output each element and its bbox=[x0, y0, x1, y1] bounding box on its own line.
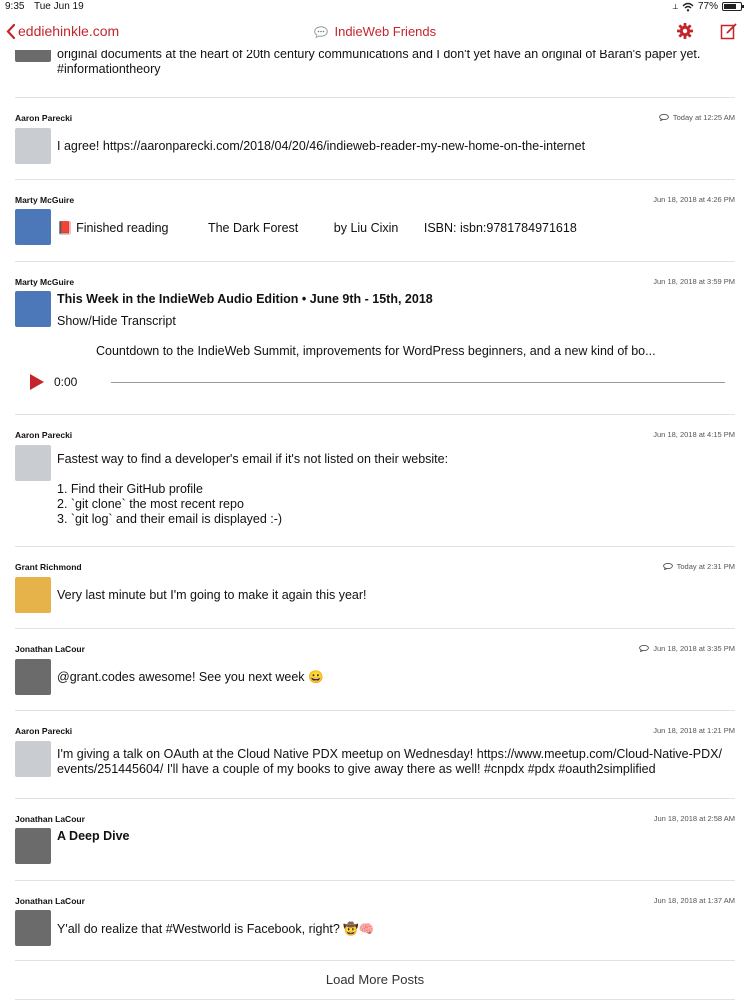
load-more-button[interactable]: Load More Posts bbox=[15, 960, 735, 1000]
post-content: @grant.codes awesome! See you next week … bbox=[57, 670, 731, 685]
post-time: Jun 18, 2018 at 3:35 PM bbox=[653, 644, 735, 653]
nav-actions bbox=[676, 22, 738, 40]
post-text-line: 3. `git log` and their email is displaye… bbox=[57, 512, 283, 526]
post-timestamp[interactable]: Today at 2:31 PM bbox=[662, 562, 735, 571]
post-text-line: Fastest way to find a developer's email … bbox=[57, 452, 449, 466]
avatar[interactable] bbox=[15, 445, 51, 481]
post-title[interactable]: A Deep Dive bbox=[57, 829, 731, 844]
page-title: IndieWeb Friends bbox=[0, 24, 750, 39]
post-time: Jun 18, 2018 at 2:58 AM bbox=[653, 814, 735, 823]
post-timestamp[interactable]: Jun 18, 2018 at 1:37 AM bbox=[654, 896, 735, 905]
post-content: Fastest way to find a developer's email … bbox=[57, 452, 731, 527]
avatar[interactable] bbox=[15, 828, 51, 864]
book-icon: 📕 bbox=[57, 221, 73, 235]
post[interactable]: Aaron Parecki Jun 18, 2018 at 4:15 PM Fa… bbox=[15, 415, 735, 547]
post-author[interactable]: Jonathan LaCour bbox=[15, 814, 85, 824]
reply-icon bbox=[662, 563, 673, 570]
post-timestamp[interactable]: Jun 18, 2018 at 2:58 AM bbox=[654, 814, 735, 823]
avatar[interactable] bbox=[15, 741, 51, 777]
post-timestamp[interactable]: Jun 18, 2018 at 3:35 PM bbox=[639, 644, 735, 653]
post-time: Jun 18, 2018 at 1:37 AM bbox=[653, 896, 735, 905]
post-author[interactable]: Grant Richmond bbox=[15, 562, 82, 572]
signal-icon: ⟂ bbox=[672, 1, 678, 11]
status-date: Tue Jun 19 bbox=[34, 1, 84, 12]
avatar[interactable] bbox=[15, 209, 51, 245]
post-timestamp[interactable]: Jun 18, 2018 at 4:26 PM bbox=[653, 195, 735, 204]
post-time: Jun 18, 2018 at 1:21 PM bbox=[653, 726, 735, 735]
speech-bubble-icon bbox=[314, 26, 328, 38]
book-isbn: ISBN: isbn:9781784971618 bbox=[423, 221, 577, 235]
post[interactable]: Aaron Parecki Today at 12:25 AM I agree!… bbox=[15, 98, 735, 180]
avatar[interactable] bbox=[15, 910, 51, 946]
reply-icon bbox=[659, 114, 669, 121]
book-title[interactable]: The Dark Forest bbox=[208, 221, 298, 235]
post-time: Jun 18, 2018 at 4:15 PM bbox=[653, 430, 735, 439]
post-text-line: @grant.codes awesome! See you next week … bbox=[57, 670, 324, 684]
battery-icon bbox=[722, 2, 744, 11]
post-text-line: #informationtheory bbox=[57, 62, 161, 76]
status-right: ⟂ 77% bbox=[672, 1, 744, 12]
wifi-icon bbox=[682, 2, 694, 11]
audio-scrubber[interactable] bbox=[111, 382, 725, 383]
post-content: Y'all do realize that #Westworld is Face… bbox=[57, 922, 731, 937]
post-author[interactable]: Aaron Parecki bbox=[15, 113, 72, 123]
post-author[interactable]: Marty McGuire bbox=[15, 195, 74, 205]
post-text-line: I agree! https://aaronparecki.com/2018/0… bbox=[57, 139, 586, 153]
reply-icon bbox=[639, 645, 650, 652]
status-bar: 9:35 Tue Jun 19 ⟂ 77% bbox=[0, 0, 750, 14]
audio-player: 0:00 bbox=[29, 372, 735, 392]
post-text-line bbox=[57, 467, 731, 482]
post-text-line: events/251445604/ I'll have a couple of … bbox=[57, 762, 656, 776]
post-time: Jun 18, 2018 at 3:59 PM bbox=[653, 277, 735, 286]
post-text-line: Y'all do realize that #Westworld is Face… bbox=[57, 922, 375, 936]
battery-fill bbox=[724, 4, 737, 9]
post-content: I agree! https://aaronparecki.com/2018/0… bbox=[57, 139, 731, 154]
post-timestamp[interactable]: Jun 18, 2018 at 3:59 PM bbox=[653, 277, 735, 286]
post-content: Very last minute but I'm going to make i… bbox=[57, 588, 731, 603]
post-time: Today at 12:25 AM bbox=[672, 113, 735, 122]
status-time: 9:35 bbox=[5, 1, 25, 12]
post[interactable]: Jonathan LaCour Jun 18, 2018 at 1:37 AM … bbox=[15, 881, 735, 961]
post-author[interactable]: Jonathan LaCour bbox=[15, 644, 85, 654]
post-time: Today at 2:31 PM bbox=[676, 562, 735, 571]
audio-summary: Countdown to the IndieWeb Summit, improv… bbox=[96, 344, 656, 358]
post-timestamp[interactable]: Today at 12:25 AM bbox=[659, 113, 735, 122]
post-content: 📕 Finished reading The Dark Forest by Li… bbox=[57, 221, 731, 236]
post-author[interactable]: Jonathan LaCour bbox=[15, 896, 85, 906]
page-title-text: IndieWeb Friends bbox=[334, 24, 437, 39]
read-status: Finished reading bbox=[76, 221, 169, 235]
post[interactable]: Marty McGuire Jun 18, 2018 at 4:26 PM 📕 … bbox=[15, 180, 735, 262]
post[interactable]: Marty McGuire Jun 18, 2018 at 3:59 PM Th… bbox=[15, 262, 735, 415]
compose-icon[interactable] bbox=[720, 22, 738, 40]
navigation-bar: eddiehinkle.com IndieWeb Friends bbox=[0, 14, 750, 50]
post-timestamp[interactable]: Jun 18, 2018 at 1:21 PM bbox=[653, 726, 735, 735]
post[interactable]: Aaron Parecki Jun 18, 2018 at 1:21 PM I'… bbox=[15, 711, 735, 799]
audio-time: 0:00 bbox=[54, 375, 78, 389]
post-content: I'm giving a talk on OAuth at the Cloud … bbox=[57, 747, 731, 777]
play-icon[interactable] bbox=[29, 374, 45, 390]
post-author[interactable]: Aaron Parecki bbox=[15, 726, 72, 736]
post-title[interactable]: This Week in the IndieWeb Audio Edition … bbox=[57, 292, 731, 307]
post-content: original documents at the heart of 20th … bbox=[57, 47, 731, 77]
avatar[interactable] bbox=[15, 659, 51, 695]
post[interactable]: Grant Richmond Today at 2:31 PM Very las… bbox=[15, 547, 735, 629]
post-text-line: 2. `git clone` the most recent repo bbox=[57, 497, 244, 511]
post-text-line: 1. Find their GitHub profile bbox=[57, 482, 203, 496]
avatar[interactable] bbox=[15, 291, 51, 327]
post-text-line: Very last minute but I'm going to make i… bbox=[57, 588, 367, 602]
post-timestamp[interactable]: Jun 18, 2018 at 4:15 PM bbox=[653, 430, 735, 439]
post-author[interactable]: Marty McGuire bbox=[15, 277, 74, 287]
avatar[interactable] bbox=[15, 128, 51, 164]
show-hide-transcript[interactable]: Show/Hide Transcript bbox=[57, 314, 731, 329]
battery-percent: 77% bbox=[697, 1, 718, 12]
gear-icon[interactable] bbox=[676, 22, 694, 40]
avatar[interactable] bbox=[15, 577, 51, 613]
book-author: by Liu Cixin bbox=[333, 221, 399, 235]
post-time: Jun 18, 2018 at 4:26 PM bbox=[653, 195, 735, 204]
read-entry: 📕 Finished reading The Dark Forest by Li… bbox=[57, 221, 731, 236]
post-text-line: I'm giving a talk on OAuth at the Cloud … bbox=[57, 747, 722, 761]
post[interactable]: Jonathan LaCour Jun 18, 2018 at 3:35 PM … bbox=[15, 629, 735, 711]
post[interactable]: Jonathan LaCour Jun 18, 2018 at 2:58 AM … bbox=[15, 799, 735, 881]
post-author[interactable]: Aaron Parecki bbox=[15, 430, 72, 440]
